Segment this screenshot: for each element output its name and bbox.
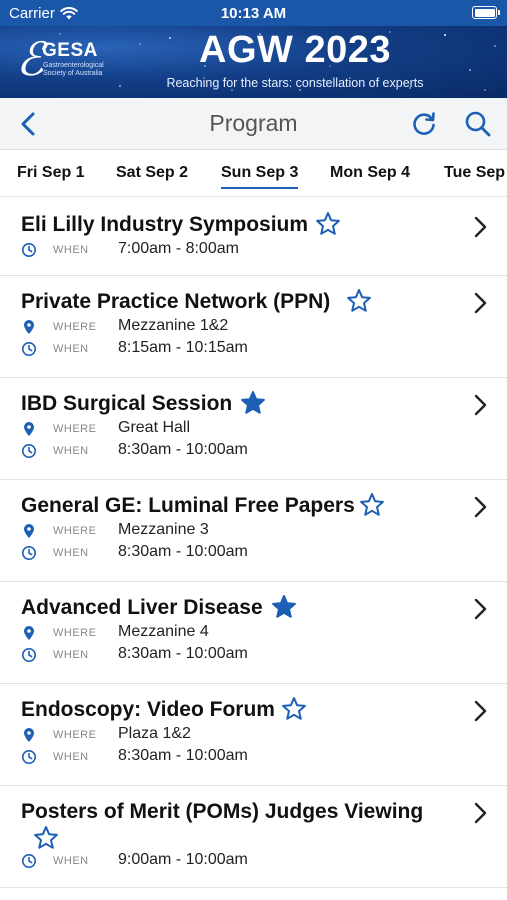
- session-location: Plaza 1&2: [118, 725, 191, 742]
- session-title: Eli Lilly Industry Symposium: [21, 213, 309, 236]
- gesa-logo-subtitle: Gastroenterological Society of Australia: [43, 62, 104, 77]
- location-pin-icon: [21, 625, 37, 641]
- favorite-star-icon[interactable]: [346, 288, 372, 314]
- chevron-right-icon: [473, 394, 487, 416]
- when-label: WHEN: [53, 751, 89, 763]
- session-row[interactable]: Advanced Liver Disease WHERE Mezzanine 4…: [0, 582, 507, 684]
- chevron-right-icon: [473, 216, 487, 238]
- location-pin-icon: [21, 421, 37, 437]
- where-label: WHERE: [53, 729, 97, 741]
- session-row[interactable]: General GE: Luminal Free Papers WHERE Me…: [0, 480, 507, 582]
- session-location: Great Hall: [118, 419, 191, 436]
- refresh-icon[interactable]: [410, 110, 438, 138]
- battery-icon: [472, 6, 500, 19]
- location-pin-icon: [21, 319, 37, 335]
- session-time: 8:30am - 10:00am: [118, 747, 248, 764]
- session-title: Private Practice Network (PPN): [21, 290, 331, 313]
- clock-icon: [21, 647, 37, 663]
- where-label: WHERE: [53, 321, 97, 333]
- banner-title: AGW 2023: [199, 29, 391, 71]
- session-time: 9:00am - 10:00am: [118, 851, 248, 868]
- tab-mon-sep-4[interactable]: Mon Sep 4: [330, 164, 410, 182]
- session-where-row: WHERE Mezzanine 4: [21, 623, 401, 643]
- clock-icon: [21, 341, 37, 357]
- clock-icon: [21, 545, 37, 561]
- when-label: WHEN: [53, 649, 89, 661]
- where-label: WHERE: [53, 423, 97, 435]
- where-label: WHERE: [53, 525, 97, 537]
- chevron-right-icon: [473, 700, 487, 722]
- search-icon[interactable]: [464, 110, 492, 138]
- tab-tue-sep[interactable]: Tue Sep: [444, 164, 505, 182]
- when-label: WHEN: [53, 855, 89, 867]
- session-title: General GE: Luminal Free Papers: [21, 494, 355, 517]
- session-time: 8:15am - 10:15am: [118, 339, 248, 356]
- session-row[interactable]: IBD Surgical Session WHERE Great Hall WH…: [0, 378, 507, 480]
- favorite-star-icon[interactable]: [315, 211, 341, 237]
- session-when-row: WHEN 9:00am - 10:00am: [21, 851, 401, 871]
- gesa-logo: ℰ GESA Gastroenterological Society of Au…: [12, 30, 152, 92]
- date-tab-bar: Fri Sep 1 Sat Sep 2 Sun Sep 3 Mon Sep 4 …: [0, 151, 507, 197]
- session-time: 8:30am - 10:00am: [118, 441, 248, 458]
- chevron-right-icon: [473, 802, 487, 824]
- session-where-row: WHERE Great Hall: [21, 419, 401, 439]
- clock-icon: [21, 242, 37, 258]
- favorite-star-filled-icon[interactable]: [240, 390, 266, 416]
- favorite-star-icon[interactable]: [359, 492, 385, 518]
- session-location: Mezzanine 3: [118, 521, 209, 538]
- session-where-row: WHERE Mezzanine 3: [21, 521, 401, 541]
- favorite-star-filled-icon[interactable]: [271, 594, 297, 620]
- session-when-row: WHEN 8:30am - 10:00am: [21, 543, 401, 563]
- location-pin-icon: [21, 727, 37, 743]
- session-row[interactable]: Posters of Merit (POMs) Judges Viewing W…: [0, 786, 507, 888]
- session-time: 8:30am - 10:00am: [118, 543, 248, 560]
- when-label: WHEN: [53, 244, 89, 256]
- session-when-row: WHEN 8:30am - 10:00am: [21, 645, 401, 665]
- session-where-row: WHERE Plaza 1&2: [21, 725, 401, 745]
- navigation-bar: Program: [0, 98, 507, 150]
- clock-icon: [21, 443, 37, 459]
- session-time: 7:00am - 8:00am: [118, 240, 239, 257]
- session-title: Advanced Liver Disease: [21, 596, 263, 619]
- clock-icon: [21, 853, 37, 869]
- location-pin-icon: [21, 523, 37, 539]
- session-when-row: WHEN 7:00am - 8:00am: [21, 240, 401, 260]
- favorite-star-icon[interactable]: [33, 825, 59, 851]
- gesa-logo-name: GESA: [42, 40, 98, 61]
- session-location: Mezzanine 4: [118, 623, 209, 640]
- session-title: IBD Surgical Session: [21, 392, 233, 415]
- clock-icon: [21, 749, 37, 765]
- session-row[interactable]: Eli Lilly Industry Symposium WHEN 7:00am…: [0, 198, 507, 276]
- session-row[interactable]: Endoscopy: Video Forum WHERE Plaza 1&2 W…: [0, 684, 507, 786]
- session-title: Endoscopy: Video Forum: [21, 698, 275, 721]
- conference-banner: ℰ GESA Gastroenterological Society of Au…: [0, 26, 507, 98]
- tab-sun-sep-3[interactable]: Sun Sep 3: [221, 164, 299, 189]
- gesa-logo-mark: ℰ: [16, 32, 44, 86]
- chevron-right-icon: [473, 292, 487, 314]
- session-when-row: WHEN 8:30am - 10:00am: [21, 747, 401, 767]
- clock: 10:13 AM: [220, 5, 287, 22]
- session-location: Mezzanine 1&2: [118, 317, 229, 334]
- when-label: WHEN: [53, 445, 89, 457]
- session-row[interactable]: Private Practice Network (PPN) WHERE Mez…: [0, 276, 507, 378]
- tab-fri-sep-1[interactable]: Fri Sep 1: [17, 164, 85, 182]
- chevron-right-icon: [473, 496, 487, 518]
- tab-sat-sep-2[interactable]: Sat Sep 2: [116, 164, 188, 182]
- banner-tagline: Reaching for the stars: constellation of…: [166, 76, 424, 90]
- where-label: WHERE: [53, 627, 97, 639]
- session-time: 8:30am - 10:00am: [118, 645, 248, 662]
- session-when-row: WHEN 8:15am - 10:15am: [21, 339, 401, 359]
- status-bar: Carrier 10:13 AM: [0, 0, 507, 26]
- when-label: WHEN: [53, 547, 89, 559]
- favorite-star-icon[interactable]: [281, 696, 307, 722]
- when-label: WHEN: [53, 343, 89, 355]
- session-where-row: WHERE Mezzanine 1&2: [21, 317, 401, 337]
- session-when-row: WHEN 8:30am - 10:00am: [21, 441, 401, 461]
- session-title: Posters of Merit (POMs) Judges Viewing: [21, 800, 424, 823]
- chevron-right-icon: [473, 598, 487, 620]
